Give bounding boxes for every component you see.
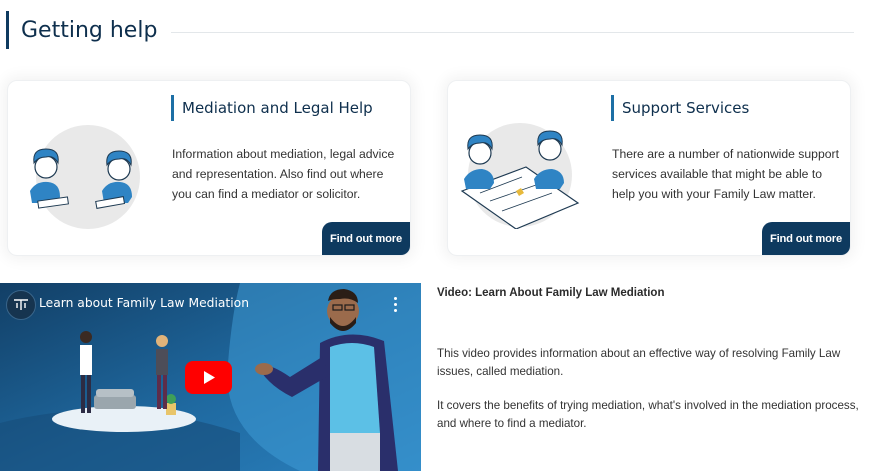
channel-logo-icon[interactable]	[6, 290, 36, 320]
card-support-services: Support Services There are a number of n…	[447, 80, 851, 256]
video-description: It covers the benefits of trying mediati…	[437, 399, 859, 430]
mediation-illustration-icon	[30, 125, 140, 229]
video-heading: Video: Learn About Family Law Mediation	[437, 287, 665, 299]
card-description: There are a number of nationwide support…	[612, 147, 839, 201]
video-title[interactable]: Learn about Family Law Mediation	[39, 296, 249, 310]
section-heading: Getting help	[6, 11, 854, 49]
find-out-more-button[interactable]: Find out more	[322, 222, 410, 255]
support-illustration-icon	[460, 123, 580, 229]
heading-divider	[171, 31, 854, 33]
page-title: Getting help	[21, 17, 158, 43]
card-description: Information about mediation, legal advic…	[172, 147, 395, 201]
find-out-more-button[interactable]: Find out more	[762, 222, 850, 255]
card-title: Mediation and Legal Help	[171, 95, 373, 121]
video-description: This video provides information about an…	[437, 347, 841, 378]
video-info: Video: Learn About Family Law Mediation …	[437, 284, 877, 430]
play-icon[interactable]	[185, 361, 232, 394]
card-title: Support Services	[611, 95, 749, 121]
card-mediation-legal-help: Mediation and Legal Help Information abo…	[7, 80, 411, 256]
more-options-icon[interactable]	[388, 295, 402, 313]
video-player[interactable]: Learn about Family Law Mediation	[0, 283, 421, 471]
heading-accent-bar	[6, 11, 9, 49]
